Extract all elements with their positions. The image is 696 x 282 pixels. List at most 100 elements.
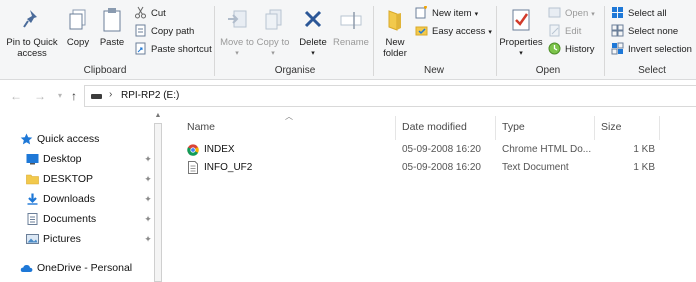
delete-dropdown-icon: ▾ xyxy=(311,50,315,57)
folder-icon xyxy=(388,10,401,31)
delete-x-icon xyxy=(304,10,322,28)
invert-selection-button[interactable]: Invert selection xyxy=(611,42,692,58)
back-arrow-icon[interactable]: ← xyxy=(8,88,24,104)
scroll-up-arrow-icon[interactable]: ▲ xyxy=(153,112,163,119)
file-list-pane: ︿ Name Date modified Type Size INDEX 05-… xyxy=(167,111,696,282)
paste-button[interactable]: Paste xyxy=(97,6,127,62)
nav-pane-scrollbar[interactable]: ▲ xyxy=(152,111,164,282)
easy-access-icon xyxy=(415,24,428,37)
file-name: INDEX xyxy=(204,144,235,155)
select-none-icon xyxy=(611,24,624,37)
group-separator xyxy=(604,6,605,76)
copy-button[interactable]: Copy xyxy=(64,6,92,62)
copy-to-dropdown-icon: ▾ xyxy=(271,50,275,57)
new-item-label: New item xyxy=(432,8,472,19)
group-separator xyxy=(373,6,374,76)
easy-access-label: Easy access xyxy=(432,26,486,37)
move-to-label: Move to xyxy=(220,37,254,48)
open-icon xyxy=(548,6,561,19)
history-icon xyxy=(548,42,561,55)
delete-button[interactable]: Delete ▾ xyxy=(296,6,330,62)
open-button[interactable]: Open ▾ xyxy=(548,6,595,22)
file-date-modified: 05-09-2008 16:20 xyxy=(402,144,481,155)
properties-label: Properties xyxy=(499,37,543,48)
paste-shortcut-icon xyxy=(134,42,147,55)
copy-to-label: Copy to xyxy=(256,37,290,48)
nav-item-label: Desktop xyxy=(43,153,82,165)
group-separator xyxy=(496,6,497,76)
new-folder-button[interactable]: New folder xyxy=(378,6,412,62)
select-none-label: Select none xyxy=(628,26,679,37)
column-divider[interactable] xyxy=(659,116,660,140)
scrollbar-thumb[interactable] xyxy=(154,123,162,282)
column-header-type[interactable]: Type xyxy=(502,121,525,133)
cloud-icon xyxy=(20,264,33,272)
column-header-name[interactable]: Name xyxy=(187,121,215,133)
pin-icon xyxy=(23,10,37,28)
nav-item-label: Pictures xyxy=(43,233,81,245)
pin-label: Pin to Quick access xyxy=(6,37,58,59)
file-row[interactable]: INFO_UF2 05-09-2008 16:20 Text Document … xyxy=(167,159,696,177)
column-header-size[interactable]: Size xyxy=(601,121,621,133)
column-header-date-modified[interactable]: Date modified xyxy=(402,121,467,133)
forward-arrow-icon[interactable]: → xyxy=(32,88,48,104)
file-row[interactable]: INDEX 05-09-2008 16:20 Chrome HTML Do...… xyxy=(167,141,696,159)
address-bar[interactable]: › RPI-RP2 (E:) xyxy=(84,85,696,107)
copy-path-button[interactable]: Copy path xyxy=(134,24,194,40)
cut-label: Cut xyxy=(151,8,166,19)
file-type: Text Document xyxy=(502,162,569,173)
pictures-icon xyxy=(26,234,39,244)
drive-icon xyxy=(91,94,102,99)
desktop-icon xyxy=(26,154,39,165)
new-item-button[interactable]: New item ▾ xyxy=(415,6,478,22)
copy-to-icon xyxy=(265,9,282,30)
file-name: INFO_UF2 xyxy=(204,162,253,173)
scissors-icon xyxy=(134,6,147,19)
folder-icon xyxy=(26,174,39,185)
address-row: ← → ▾ ↑ › RPI-RP2 (E:) xyxy=(0,81,696,111)
edit-button[interactable]: Edit xyxy=(548,24,581,40)
download-icon xyxy=(27,193,38,205)
pin-to-quick-access-button[interactable]: Pin to Quick access xyxy=(2,6,62,62)
paste-shortcut-button[interactable]: Paste shortcut xyxy=(134,42,212,58)
move-to-button[interactable]: Move to ▾ xyxy=(220,6,254,62)
move-to-icon xyxy=(228,10,247,28)
history-label: History xyxy=(565,44,595,55)
invert-selection-icon xyxy=(611,42,624,55)
properties-button[interactable]: Properties ▾ xyxy=(498,6,544,62)
text-file-icon xyxy=(188,161,198,174)
delete-label: Delete xyxy=(299,37,327,48)
rename-button[interactable]: Rename xyxy=(333,6,369,62)
breadcrumb-drive[interactable]: RPI-RP2 (E:) xyxy=(121,90,179,101)
easy-access-button[interactable]: Easy access ▾ xyxy=(415,24,492,40)
copy-to-button[interactable]: Copy to ▾ xyxy=(256,6,290,62)
new-item-dropdown-icon: ▾ xyxy=(474,11,479,18)
column-divider[interactable] xyxy=(495,116,496,140)
file-size: 1 KB xyxy=(633,162,655,173)
select-all-label: Select all xyxy=(628,8,667,19)
ribbon: Pin to Quick access Copy Paste Cut Copy … xyxy=(0,0,696,80)
properties-icon xyxy=(512,9,530,31)
rename-label: Rename xyxy=(333,37,369,48)
column-divider[interactable] xyxy=(395,116,396,140)
copy-icon xyxy=(69,9,86,30)
group-separator xyxy=(214,6,215,76)
nav-item-label: Downloads xyxy=(43,193,95,205)
properties-dropdown-icon: ▾ xyxy=(519,50,523,57)
nav-item-label: Quick access xyxy=(37,133,100,145)
new-folder-label: New folder xyxy=(383,37,407,59)
cut-button[interactable]: Cut xyxy=(134,6,166,22)
edit-label: Edit xyxy=(565,26,582,37)
edit-icon xyxy=(548,24,561,37)
file-type: Chrome HTML Do... xyxy=(502,144,592,155)
up-arrow-icon[interactable]: ↑ xyxy=(66,88,82,104)
column-divider[interactable] xyxy=(594,116,595,140)
select-none-button[interactable]: Select none xyxy=(611,24,678,40)
breadcrumb-chevron-icon[interactable]: › xyxy=(109,89,112,100)
sort-ascending-icon: ︿ xyxy=(285,112,293,121)
select-all-icon xyxy=(611,6,624,19)
history-button[interactable]: History xyxy=(548,42,595,58)
move-to-dropdown-icon: ▾ xyxy=(235,50,239,57)
select-all-button[interactable]: Select all xyxy=(611,6,667,22)
rename-icon xyxy=(340,12,362,29)
